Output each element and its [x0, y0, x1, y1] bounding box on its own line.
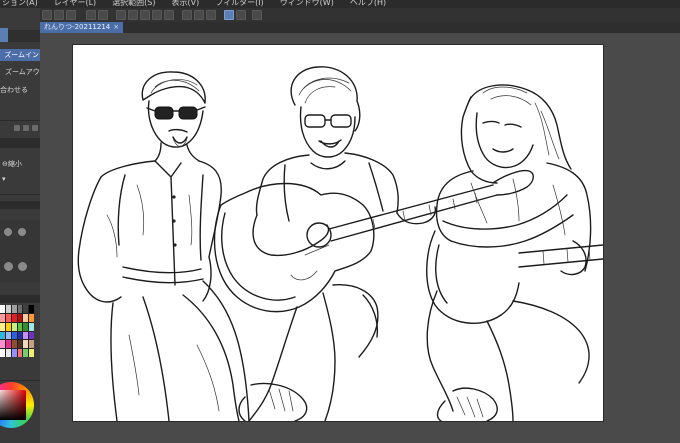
- color-swatch[interactable]: [0, 340, 5, 349]
- tool-indicator[interactable]: [0, 28, 8, 42]
- color-swatch[interactable]: [29, 313, 34, 322]
- color-picker-square[interactable]: [0, 390, 26, 420]
- ruler-icon[interactable]: [164, 10, 174, 20]
- panel-header: [0, 138, 40, 148]
- color-swatch[interactable]: [29, 305, 34, 313]
- color-swatch[interactable]: [17, 305, 23, 313]
- brush-presets[interactable]: [0, 220, 40, 282]
- color-swatch[interactable]: [11, 349, 17, 357]
- document-tab-bar: れんりつ-20211214 ×: [40, 22, 680, 33]
- menu-bar: ション(A) レイヤー(L) 選択範囲(S) 表示(V) フィルター(I) ウィンドウ(W…: [0, 0, 680, 8]
- color-swatch[interactable]: [23, 305, 29, 313]
- color-swatch[interactable]: [5, 349, 11, 357]
- color-swatch[interactable]: [11, 322, 17, 331]
- document-tab-label: れんりつ-20211214: [44, 23, 111, 31]
- settings-icon[interactable]: [252, 10, 262, 20]
- divider: [0, 194, 40, 195]
- zoom-out-label: ズームアウト: [5, 68, 45, 76]
- fit-label: 合わせる: [0, 86, 28, 94]
- color-swatch[interactable]: [5, 305, 11, 313]
- fit-icon[interactable]: [224, 10, 234, 20]
- transform-icon[interactable]: [128, 10, 138, 20]
- menu-item-1[interactable]: レイヤー(L): [52, 0, 98, 8]
- perspective-icon[interactable]: [206, 10, 216, 20]
- save-icon[interactable]: [66, 10, 76, 20]
- color-swatch[interactable]: [23, 322, 29, 331]
- color-swatch[interactable]: [29, 340, 34, 349]
- color-swatch[interactable]: [17, 313, 23, 322]
- snap-special-icon[interactable]: [182, 10, 192, 20]
- menu-item-0[interactable]: ション(A): [0, 0, 40, 8]
- panel-header: [0, 201, 40, 209]
- fit-option[interactable]: 合わせる: [0, 84, 40, 96]
- color-swatch[interactable]: [0, 313, 5, 322]
- dropdown[interactable]: ▾: [0, 173, 42, 185]
- redo-icon[interactable]: [98, 10, 108, 20]
- menu-item-3[interactable]: 表示(V): [170, 0, 202, 8]
- color-swatch[interactable]: [5, 331, 11, 340]
- menu-item-6[interactable]: ヘルプ(H): [348, 0, 388, 8]
- divider: [0, 120, 40, 121]
- snap-icon[interactable]: [152, 10, 162, 20]
- color-swatch[interactable]: [29, 331, 34, 340]
- drawing-canvas[interactable]: [73, 45, 603, 421]
- color-swatch[interactable]: [5, 340, 11, 349]
- figure-middle: [213, 66, 534, 421]
- zoom-in-option[interactable]: ズームイン: [0, 49, 40, 61]
- color-swatch[interactable]: [0, 305, 5, 313]
- menu-item-2[interactable]: 選択範囲(S): [110, 0, 157, 8]
- fill-icon[interactable]: [140, 10, 150, 20]
- line-art-illustration: [77, 66, 603, 421]
- color-swatch[interactable]: [5, 322, 11, 331]
- command-bar: [40, 8, 680, 23]
- grid-icon[interactable]: [194, 10, 204, 20]
- menu-item-5[interactable]: ウィンドウ(W): [278, 0, 336, 8]
- color-swatch[interactable]: [11, 331, 17, 340]
- divider: [0, 380, 40, 381]
- color-swatch[interactable]: [23, 340, 29, 349]
- color-swatch[interactable]: [0, 331, 5, 340]
- figure-left: [77, 71, 250, 421]
- panel-icon-row[interactable]: [14, 125, 38, 131]
- color-swatch[interactable]: [17, 322, 23, 331]
- color-set-palette[interactable]: [0, 305, 34, 357]
- color-swatch[interactable]: [5, 313, 11, 322]
- left-panel: ズームイン ズームアウト 合わせる ⊖縮小 ▾: [0, 8, 45, 443]
- document-tab[interactable]: れんりつ-20211214 ×: [40, 22, 124, 33]
- zoom-in-label: ズームイン: [4, 51, 39, 59]
- color-swatch[interactable]: [11, 305, 17, 313]
- open-icon[interactable]: [54, 10, 64, 20]
- panel-header: [0, 295, 40, 303]
- clear-icon[interactable]: [116, 10, 126, 20]
- chevron-down-icon: ▾: [2, 175, 6, 183]
- undo-icon[interactable]: [86, 10, 96, 20]
- color-swatch[interactable]: [23, 349, 29, 357]
- color-swatch[interactable]: [17, 331, 23, 340]
- color-swatch[interactable]: [29, 322, 34, 331]
- color-swatch[interactable]: [17, 349, 23, 357]
- color-swatch[interactable]: [11, 313, 17, 322]
- color-swatch[interactable]: [11, 340, 17, 349]
- color-swatch[interactable]: [23, 313, 29, 322]
- color-swatch[interactable]: [23, 331, 29, 340]
- color-swatch[interactable]: [17, 340, 23, 349]
- ruler-line-icon[interactable]: [236, 10, 246, 20]
- shrink-label: 縮小: [7, 160, 22, 168]
- close-icon[interactable]: ×: [113, 23, 119, 31]
- color-swatch[interactable]: [29, 349, 34, 357]
- color-swatch[interactable]: [0, 322, 5, 331]
- menu-item-4[interactable]: フィルター(I): [213, 0, 265, 8]
- zoom-out-option[interactable]: ズームアウト: [0, 66, 45, 78]
- color-swatch[interactable]: [0, 349, 5, 357]
- shrink-option[interactable]: ⊖縮小: [0, 158, 42, 170]
- figure-right: [426, 84, 603, 421]
- new-icon[interactable]: [42, 10, 52, 20]
